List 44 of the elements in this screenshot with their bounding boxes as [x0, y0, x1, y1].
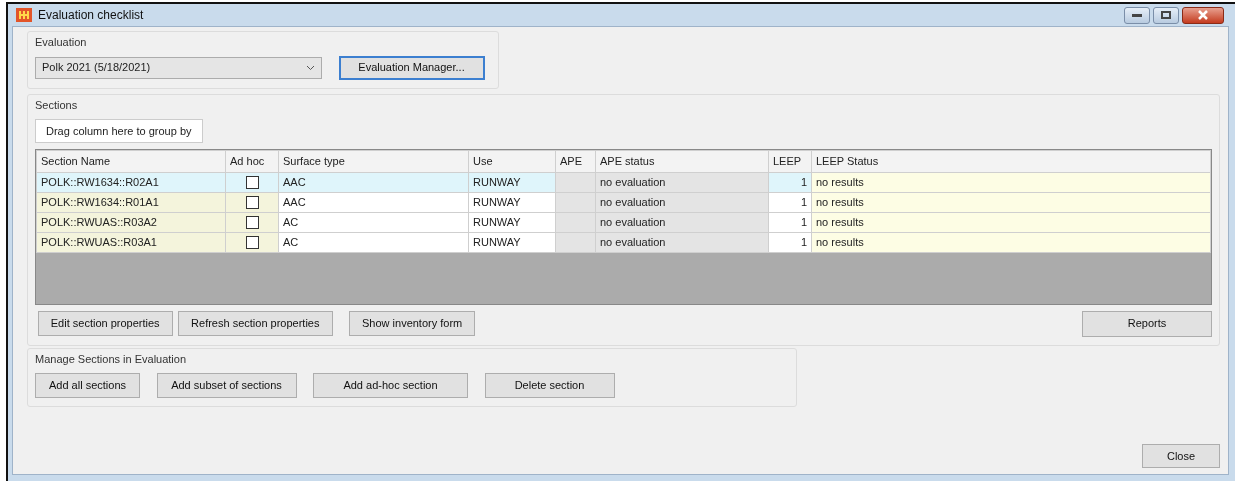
table-cell: no results — [811, 232, 1211, 252]
group-by-area[interactable]: Drag column here to group by — [35, 118, 203, 143]
checkbox[interactable] — [245, 216, 259, 230]
toolbar-button[interactable]: Show inventory form — [349, 311, 476, 336]
reports-button[interactable]: Reports — [1082, 310, 1212, 337]
group-label: Manage Sections in Evaluation — [35, 352, 188, 368]
window-title: Evaluation checklist — [38, 7, 144, 24]
table-cell: no results — [811, 172, 1211, 192]
app-logo-icon — [16, 8, 32, 22]
group-label: Sections — [35, 98, 79, 113]
manage-button[interactable]: Add ad-hoc section — [313, 372, 468, 398]
minimize-icon — [1131, 12, 1143, 18]
chevron-down-icon — [306, 64, 315, 71]
checkbox[interactable] — [245, 236, 259, 250]
column-header[interactable]: LEEP Status — [811, 150, 1211, 172]
toolbar-button[interactable]: Edit section properties — [37, 311, 173, 336]
maximize-button[interactable] — [1152, 6, 1179, 24]
manage-button[interactable]: Delete section — [484, 372, 615, 398]
close-icon — [1196, 10, 1209, 20]
table-cell: POLK::RW1634::R02A1 — [36, 172, 226, 192]
column-header[interactable]: Ad hoc — [225, 150, 279, 172]
minimize-button[interactable] — [1124, 6, 1150, 24]
table-cell: POLK::RWUAS::R03A1 — [36, 232, 226, 252]
column-header[interactable]: Section Name — [36, 150, 226, 172]
checkbox[interactable] — [245, 176, 259, 190]
table-cell: no results — [811, 192, 1211, 212]
table-cell: POLK::RW1634::R01A1 — [36, 192, 226, 212]
table-cell: POLK::RWUAS::R03A2 — [36, 212, 226, 232]
group-label: Evaluation — [35, 35, 88, 50]
manage-button[interactable]: Add all sections — [35, 372, 140, 398]
column-header[interactable]: Surface type — [278, 150, 469, 172]
evaluation-dropdown[interactable]: Polk 2021 (5/18/2021) — [35, 56, 322, 79]
close-button[interactable] — [1181, 6, 1224, 24]
maximize-icon — [1159, 10, 1172, 20]
column-header[interactable]: APE status — [595, 150, 769, 172]
checkbox[interactable] — [245, 196, 259, 210]
manage-button[interactable]: Add subset of sections — [156, 372, 297, 398]
close-dialog-button[interactable]: Close — [1142, 444, 1220, 468]
column-header[interactable]: APE — [555, 150, 596, 172]
evaluation-manager-button[interactable]: Evaluation Manager... — [338, 55, 485, 80]
table-cell: no results — [811, 212, 1211, 232]
column-header[interactable]: LEEP — [768, 150, 812, 172]
toolbar-button[interactable]: Refresh section properties — [178, 311, 333, 336]
column-header[interactable]: Use — [468, 150, 556, 172]
